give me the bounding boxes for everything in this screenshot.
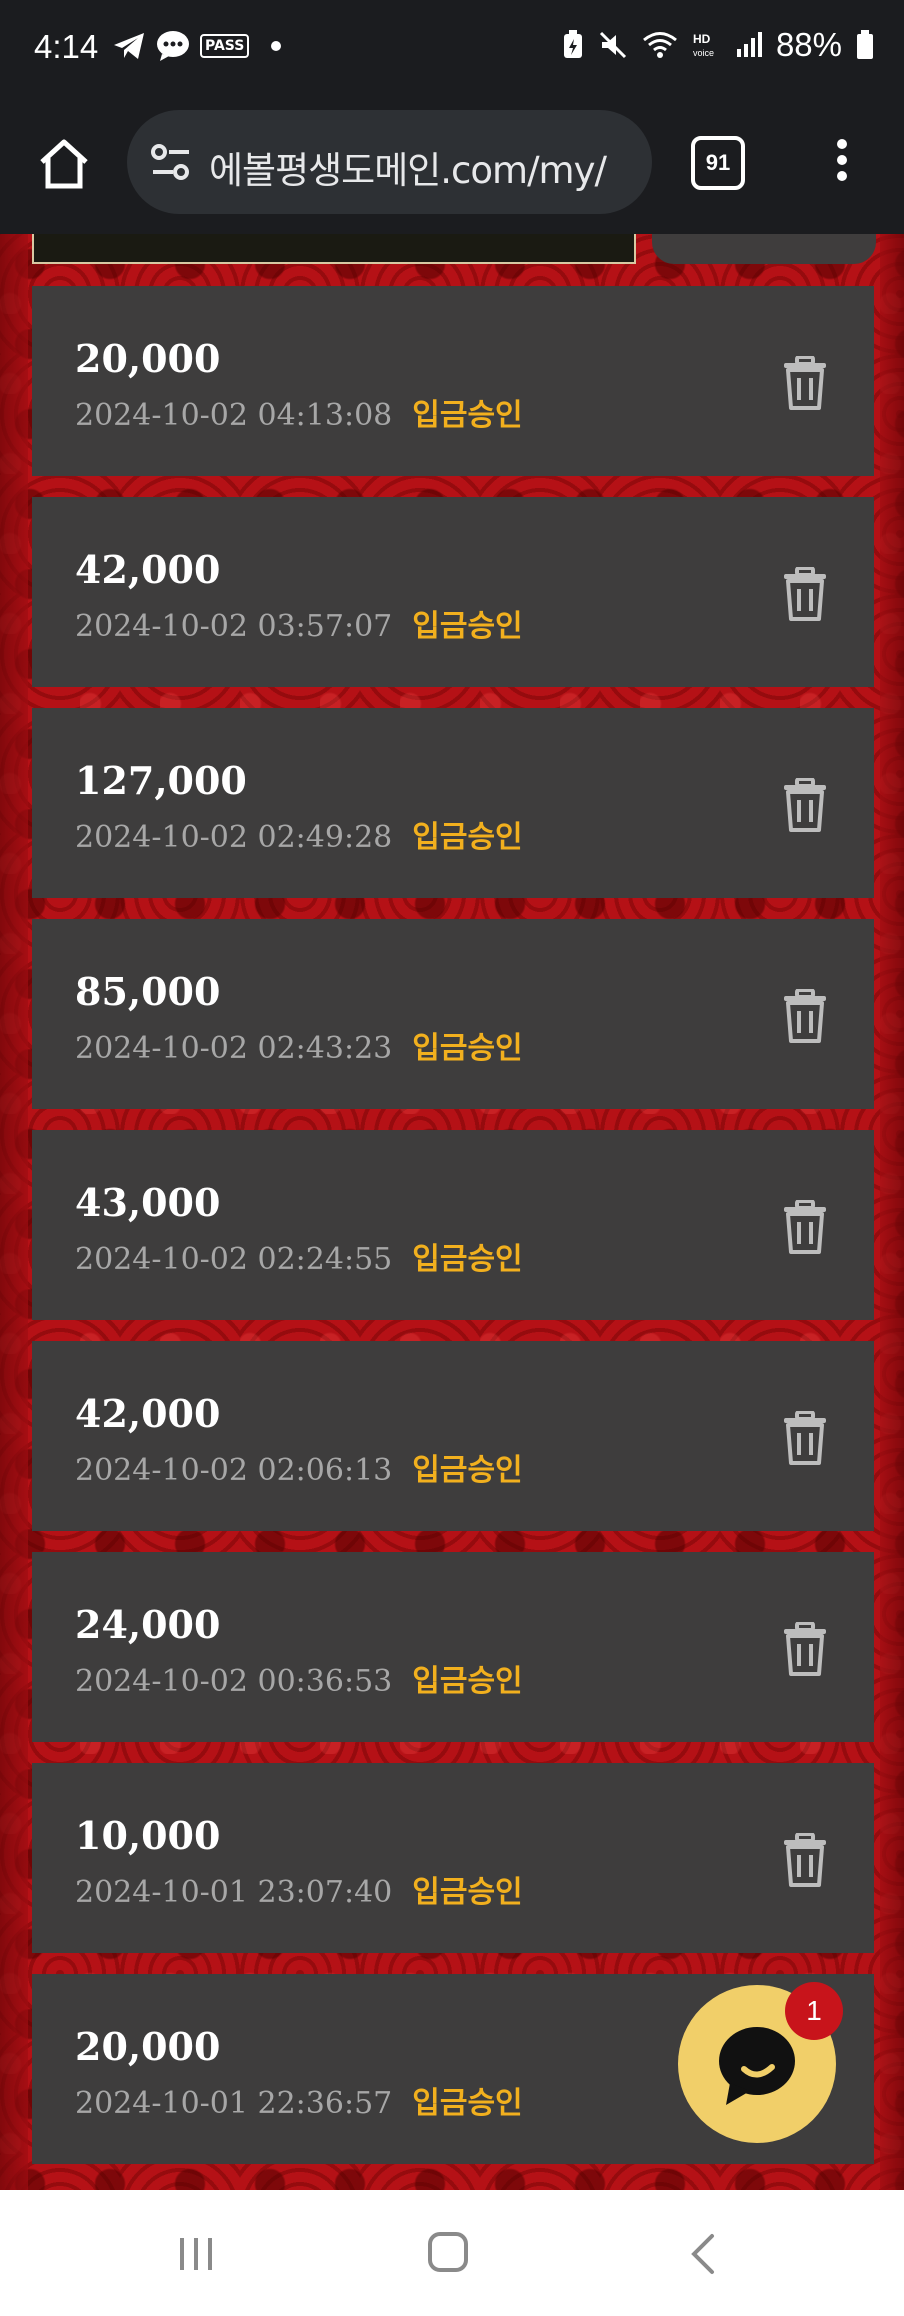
pass-icon: PASS: [200, 34, 250, 58]
notification-icons: PASS: [112, 30, 282, 62]
deposit-amount: 10,000: [75, 1813, 221, 1858]
deposit-datetime: 2024-10-01 22:36:57: [75, 2086, 393, 2121]
battery-percent: 88%: [775, 26, 842, 63]
trash-icon[interactable]: [780, 1622, 830, 1676]
status-bar: 4:14 PASS HD voice 88%: [0, 0, 904, 104]
decorative-frame-right: [880, 234, 904, 2190]
status-badge: 입금승인: [412, 1875, 523, 1910]
top-tab-edge[interactable]: [652, 234, 876, 264]
list-item: 42,000 2024-10-02 02:06:13 입금승인: [32, 1341, 874, 1531]
deposit-amount: 127,000: [75, 758, 247, 803]
list-item: 127,000 2024-10-02 02:49:28 입금승인: [32, 708, 874, 898]
signal-icon: [736, 32, 762, 57]
trash-icon[interactable]: [780, 1411, 830, 1465]
tab-switcher-button[interactable]: 91: [691, 136, 745, 190]
chat-bubble-icon: [719, 2027, 795, 2105]
deposit-datetime: 2024-10-02 02:49:28: [75, 820, 393, 855]
deposit-amount: 42,000: [75, 547, 221, 592]
svg-text:voice: voice: [693, 48, 714, 58]
url-text[interactable]: 에볼평생도메인.com/my/: [209, 140, 607, 194]
status-badge: 입금승인: [412, 1664, 523, 1699]
list-item: 20,000 2024-10-02 04:13:08 입금승인: [32, 286, 874, 476]
deposit-datetime: 2024-10-02 02:43:23: [75, 1031, 393, 1066]
chat-message-icon: [157, 31, 189, 61]
wifi-icon: [642, 32, 677, 58]
recent-apps-icon[interactable]: [176, 2234, 216, 2274]
trash-icon[interactable]: [780, 1200, 830, 1254]
status-badge: 입금승인: [412, 1453, 523, 1488]
deposit-datetime: 2024-10-01 23:07:40: [75, 1875, 393, 1910]
status-badge: 입금승인: [412, 1242, 523, 1277]
deposit-history-list: 20,000 2024-10-02 04:13:08 입금승인 42,000 20…: [32, 286, 874, 2185]
trash-icon[interactable]: [780, 989, 830, 1043]
deposit-datetime: 2024-10-02 03:57:07: [75, 609, 393, 644]
status-badge: 입금승인: [412, 609, 523, 644]
deposit-amount: 85,000: [75, 969, 221, 1014]
list-item: 24,000 2024-10-02 00:36:53 입금승인: [32, 1552, 874, 1742]
battery-icon: [857, 30, 873, 59]
site-settings-icon[interactable]: [149, 142, 193, 182]
status-badge: 입금승인: [412, 820, 523, 855]
trash-icon[interactable]: [780, 356, 830, 410]
svg-text:HD: HD: [693, 32, 711, 46]
browser-toolbar: 에볼평생도메인.com/my/ 91: [0, 104, 904, 234]
mute-icon: [599, 31, 626, 59]
back-icon[interactable]: [688, 2232, 718, 2276]
nav-home-icon[interactable]: [428, 2232, 468, 2272]
trash-icon[interactable]: [780, 1833, 830, 1887]
deposit-datetime: 2024-10-02 04:13:08: [75, 398, 393, 433]
hd-voice-icon: HD voice: [693, 32, 714, 58]
list-item: 10,000 2024-10-01 23:07:40 입금승인: [32, 1763, 874, 1953]
system-icons: HD voice 88%: [562, 26, 874, 64]
top-panel-edge: [32, 234, 636, 264]
list-item: 85,000 2024-10-02 02:43:23 입금승인: [32, 919, 874, 1109]
status-time: 4:14: [34, 28, 99, 65]
notification-dot-icon: [271, 41, 282, 51]
chat-notification-badge: 1: [785, 1982, 843, 2040]
system-navigation-bar: [0, 2190, 904, 2316]
deposit-datetime: 2024-10-02 02:24:55: [75, 1242, 393, 1277]
more-menu-icon[interactable]: [824, 134, 860, 194]
home-icon[interactable]: [34, 134, 94, 194]
list-item: 42,000 2024-10-02 03:57:07 입금승인: [32, 497, 874, 687]
status-badge: 입금승인: [412, 398, 523, 433]
decorative-frame-left: [0, 234, 28, 2190]
trash-icon[interactable]: [780, 567, 830, 621]
address-bar[interactable]: 에볼평생도메인.com/my/: [127, 110, 652, 214]
deposit-amount: 20,000: [75, 2024, 221, 2069]
deposit-datetime: 2024-10-02 02:06:13: [75, 1453, 393, 1488]
trash-icon[interactable]: [780, 778, 830, 832]
deposit-amount: 24,000: [75, 1602, 221, 1647]
deposit-amount: 42,000: [75, 1391, 221, 1436]
deposit-amount: 43,000: [75, 1180, 221, 1225]
deposit-datetime: 2024-10-02 00:36:53: [75, 1664, 393, 1699]
list-item: 43,000 2024-10-02 02:24:55 입금승인: [32, 1130, 874, 1320]
status-badge: 입금승인: [412, 1031, 523, 1066]
deposit-amount: 20,000: [75, 336, 221, 381]
battery-saver-icon: [563, 30, 582, 58]
page-content: 20,000 2024-10-02 04:13:08 입금승인 42,000 20…: [0, 234, 904, 2190]
status-badge: 입금승인: [412, 2086, 523, 2121]
telegram-icon: [114, 33, 144, 59]
